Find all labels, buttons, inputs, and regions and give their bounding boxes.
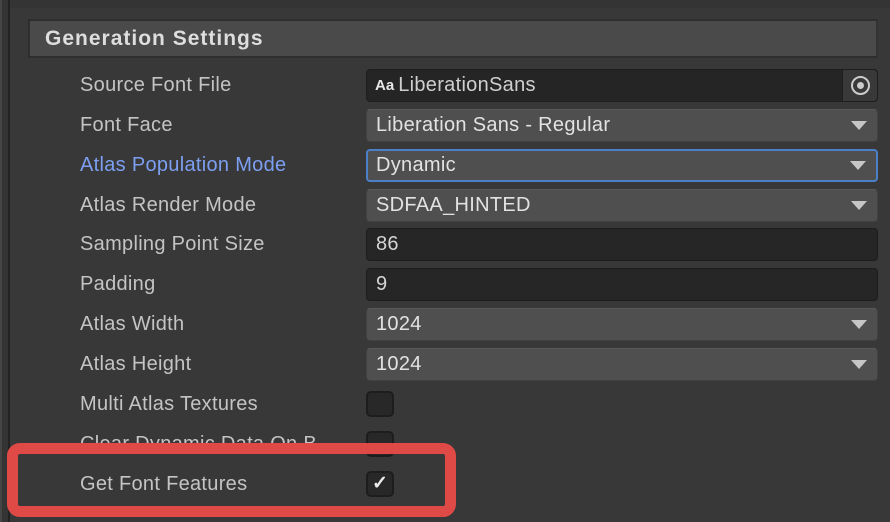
multi-atlas-textures-checkbox[interactable] <box>366 391 394 417</box>
atlas-height-dropdown[interactable]: 1024 <box>366 348 878 381</box>
source-font-file-value: LiberationSans <box>398 74 842 97</box>
object-picker-icon <box>851 76 870 95</box>
field-label-source-font-file: Source Font File <box>80 69 364 102</box>
field-label-multi-atlas-textures: Multi Atlas Textures <box>80 391 364 417</box>
section-title: Generation Settings <box>45 27 264 51</box>
sampling-point-size-input[interactable]: 86 <box>366 228 878 261</box>
atlas-height-value: 1024 <box>376 353 851 376</box>
atlas-population-mode-dropdown[interactable]: Dynamic <box>366 149 878 182</box>
object-picker-button[interactable] <box>842 70 877 101</box>
atlas-render-mode-value: SDFAA_HINTED <box>376 194 851 217</box>
clear-dynamic-data-checkbox[interactable] <box>366 431 394 457</box>
field-label-get-font-features: Get Font Features <box>80 471 364 497</box>
padding-value: 9 <box>376 273 387 296</box>
sampling-point-size-value: 86 <box>376 233 399 256</box>
atlas-width-value: 1024 <box>376 313 851 336</box>
atlas-population-mode-value: Dynamic <box>376 154 850 177</box>
field-label-padding: Padding <box>80 268 364 301</box>
field-label-atlas-height: Atlas Height <box>80 348 364 381</box>
field-label-font-face: Font Face <box>80 109 364 142</box>
chevron-down-icon <box>851 121 867 130</box>
panel-top-edge <box>0 0 890 8</box>
font-face-value: Liberation Sans - Regular <box>376 114 851 137</box>
source-font-file-object-field[interactable]: Aa LiberationSans <box>366 69 878 102</box>
field-label-clear-dynamic-data: Clear Dynamic Data On B <box>80 431 364 457</box>
field-label-sampling-point-size: Sampling Point Size <box>80 228 364 261</box>
get-font-features-checkbox[interactable]: ✓ <box>366 471 394 497</box>
chevron-down-icon <box>851 201 867 210</box>
font-face-dropdown[interactable]: Liberation Sans - Regular <box>366 109 878 142</box>
padding-input[interactable]: 9 <box>366 268 878 301</box>
atlas-width-dropdown[interactable]: 1024 <box>366 308 878 341</box>
atlas-render-mode-dropdown[interactable]: SDFAA_HINTED <box>366 189 878 222</box>
panel-left-gutter <box>0 0 10 522</box>
field-label-atlas-width: Atlas Width <box>80 308 364 341</box>
chevron-down-icon <box>851 360 867 369</box>
field-label-atlas-population-mode: Atlas Population Mode <box>80 149 364 182</box>
chevron-down-icon <box>851 320 867 329</box>
generation-settings-header[interactable]: Generation Settings <box>28 19 878 58</box>
checkmark-icon: ✓ <box>372 474 388 493</box>
chevron-down-icon <box>850 161 866 170</box>
field-label-atlas-render-mode: Atlas Render Mode <box>80 189 364 222</box>
font-asset-icon: Aa <box>375 77 394 94</box>
